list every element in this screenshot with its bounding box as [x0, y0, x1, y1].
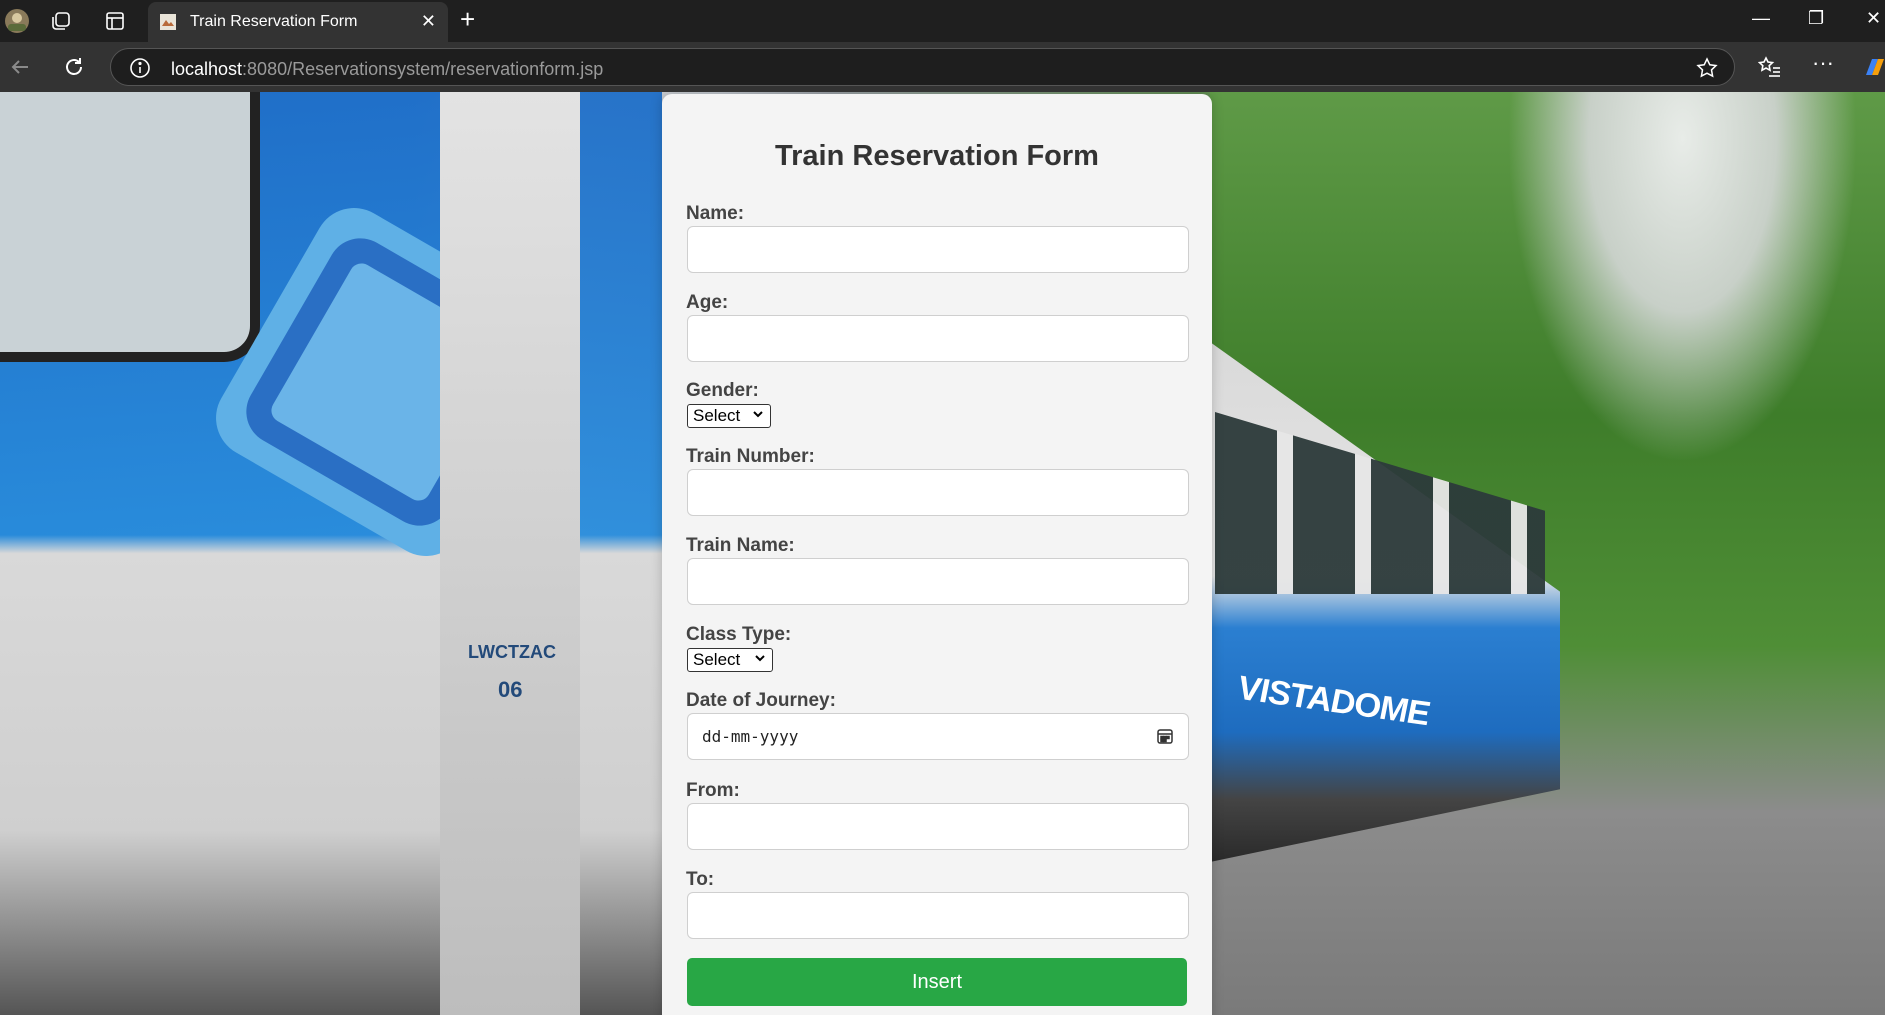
to-input[interactable]: [687, 892, 1189, 939]
from-label: From:: [686, 780, 740, 801]
name-input[interactable]: [687, 226, 1189, 273]
tab-train-reservation-form[interactable]: Train Reservation Form ✕: [148, 2, 448, 42]
profile-avatar-icon[interactable]: [2, 6, 32, 36]
address-input[interactable]: localhost:8080/Reservationsystem/reserva…: [110, 48, 1735, 86]
age-input[interactable]: [687, 315, 1189, 362]
train-name-label: Train Name:: [686, 535, 795, 556]
class-type-select[interactable]: Select: [687, 648, 773, 672]
tab-title: Train Reservation Form: [190, 13, 358, 30]
train-number-input[interactable]: [687, 469, 1189, 516]
background-coach-number: 06: [498, 677, 523, 702]
name-label: Name:: [686, 203, 745, 224]
date-of-journey-input[interactable]: dd-mm-yyyy: [687, 713, 1189, 760]
background-coach-code: LWCTZAC: [468, 642, 556, 662]
chevron-down-icon: [752, 408, 764, 423]
class-type-label: Class Type:: [686, 624, 792, 645]
restore-window-button[interactable]: ❐: [1808, 8, 1824, 29]
favorite-star-icon[interactable]: [1696, 57, 1718, 84]
tab-close-icon[interactable]: ✕: [421, 11, 436, 32]
reservation-form: Train Reservation Form Name: Age: Gender…: [662, 94, 1212, 1015]
close-window-button[interactable]: ✕: [1866, 8, 1881, 29]
calendar-icon[interactable]: [1156, 727, 1174, 750]
from-input[interactable]: [687, 803, 1189, 850]
gender-select[interactable]: Select: [687, 404, 771, 428]
age-label: Age:: [686, 292, 729, 313]
browser-tab-bar: Train Reservation Form ✕ + — ❐ ✕: [0, 0, 1885, 42]
minimize-window-button[interactable]: —: [1752, 8, 1770, 29]
page-viewport: LWCTZAC 06 VISTADOME Train Reservation F…: [0, 92, 1885, 1015]
class-type-selected-value: Select: [693, 650, 741, 669]
insert-button[interactable]: Insert: [687, 958, 1187, 1006]
page-favicon-icon: [159, 13, 177, 36]
chevron-down-icon: [754, 652, 766, 667]
background-train-panel: [440, 92, 580, 1015]
url-path: :8080/Reservationsystem/reservationform.…: [242, 59, 604, 79]
url-text: localhost:8080/Reservationsystem/reserva…: [171, 59, 603, 80]
back-arrow-icon[interactable]: [8, 55, 32, 84]
more-options-icon[interactable]: ···: [1812, 50, 1834, 76]
workspaces-icon[interactable]: [46, 6, 76, 36]
gender-label: Gender:: [686, 380, 759, 401]
reload-icon[interactable]: [62, 55, 86, 84]
url-host: localhost: [171, 59, 243, 79]
copilot-icon[interactable]: [1862, 55, 1884, 84]
tab-actions-icon[interactable]: [100, 6, 130, 36]
new-tab-button[interactable]: +: [460, 4, 475, 35]
form-title: Train Reservation Form: [775, 140, 1099, 172]
background-train-window: [0, 92, 260, 362]
gender-selected-value: Select: [693, 406, 741, 425]
train-name-input[interactable]: [687, 558, 1189, 605]
train-number-label: Train Number:: [686, 446, 815, 467]
browser-address-bar: localhost:8080/Reservationsystem/reserva…: [0, 42, 1885, 92]
to-label: To:: [686, 869, 715, 890]
site-info-icon[interactable]: [129, 57, 151, 84]
favorites-list-icon[interactable]: [1757, 55, 1782, 84]
date-of-journey-label: Date of Journey:: [686, 690, 836, 711]
date-placeholder: dd-mm-yyyy: [702, 727, 799, 746]
